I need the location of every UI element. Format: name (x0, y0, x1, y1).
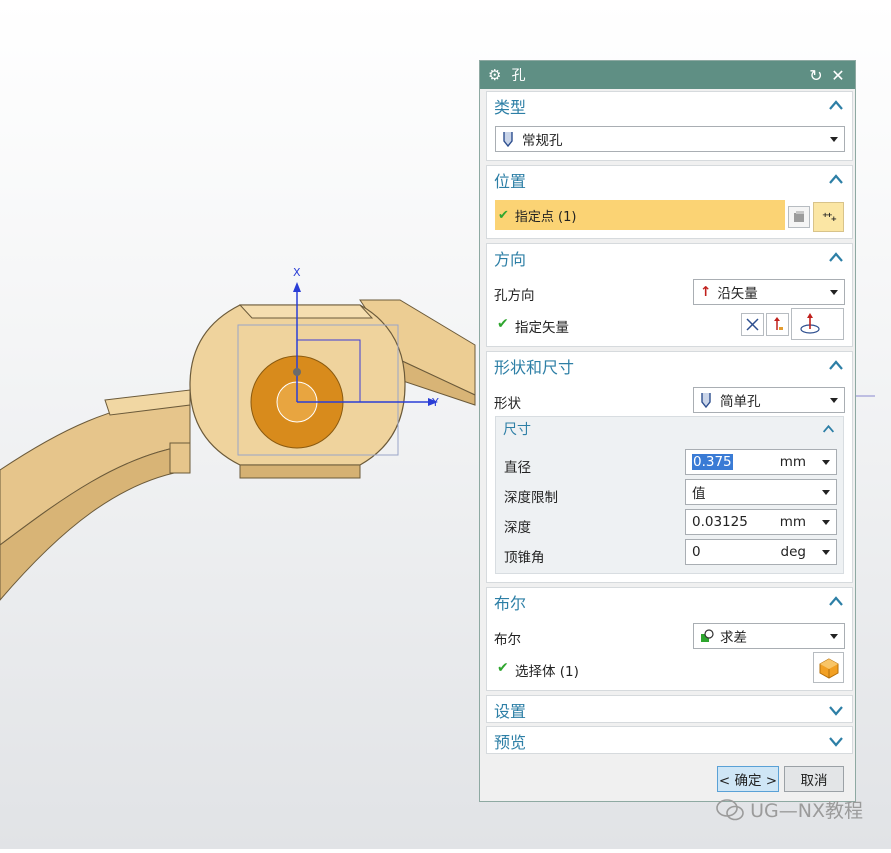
boolean-group: 布尔 布尔 求差 ✔ 选择体 (1) (486, 587, 853, 691)
dialog-title-bar: ⚙ 孔 ↻ ✕ (480, 61, 855, 89)
chevron-down-icon (830, 136, 838, 142)
select-body-button[interactable] (813, 652, 844, 683)
depth-limit-select[interactable]: 值 (685, 479, 837, 505)
shape-group: 形状和尺寸 形状 简单孔 尺寸 直径 0.375 mm 深度限制 值 深度 0.… (486, 351, 853, 583)
settings-group: 设置 (486, 695, 853, 723)
cancel-button[interactable]: 取消 (784, 766, 844, 792)
point-icon (794, 211, 804, 222)
chevron-up-icon (829, 174, 843, 184)
settings-group-header[interactable]: 设置 (487, 696, 852, 724)
chevron-down-icon (822, 519, 830, 525)
chevron-up-icon (822, 424, 835, 433)
chevron-down-icon (822, 489, 830, 495)
chevron-up-icon (829, 360, 843, 370)
chevron-up-icon (829, 100, 843, 110)
diameter-unit: mm (779, 454, 806, 470)
ok-button[interactable]: < 确定 > (717, 766, 779, 792)
chevron-down-icon (830, 633, 838, 639)
dimensions-header[interactable]: 尺寸 (496, 417, 843, 441)
wechat-icon (716, 798, 744, 820)
depth-limit-label: 深度限制 (504, 490, 558, 506)
select-body-label: 选择体 (1) (515, 664, 579, 680)
tip-angle-field[interactable]: 0 deg (685, 539, 837, 565)
tip-angle-label: 顶锥角 (504, 550, 545, 566)
close-icon[interactable]: ✕ (829, 66, 847, 85)
type-group-header[interactable]: 类型 (487, 92, 852, 120)
y-axis-label: Y (432, 396, 439, 409)
shape-group-header[interactable]: 形状和尺寸 (487, 352, 852, 380)
gear-icon[interactable]: ⚙ (488, 66, 501, 84)
boolean-label: 布尔 (494, 632, 521, 648)
specify-vector-label: 指定矢量 (515, 320, 569, 336)
check-icon: ✔ (498, 207, 509, 223)
reverse-direction-icon (746, 318, 759, 331)
position-group-header[interactable]: 位置 (487, 166, 852, 194)
chevron-down-icon (822, 459, 830, 465)
shape-label: 形状 (494, 396, 521, 412)
hole-type-select[interactable]: 常规孔 (495, 126, 845, 152)
boolean-select[interactable]: 求差 (693, 623, 845, 649)
chevron-up-icon (829, 596, 843, 606)
point-constructor-button[interactable]: ⁺⁺₊ (813, 202, 844, 232)
check-icon: ✔ (497, 660, 509, 676)
specify-point-row[interactable]: ✔ 指定点 (1) (495, 200, 785, 230)
solid-body-icon (819, 657, 838, 679)
subtract-icon (701, 629, 714, 642)
point-dialog-button[interactable] (788, 206, 810, 228)
hole-direction-select[interactable]: ↑ 沿矢量 (693, 279, 845, 305)
diameter-value: 0.375 (692, 454, 733, 470)
watermark: UG—NX教程 (716, 796, 863, 823)
vector-dialog-button[interactable] (766, 313, 789, 336)
tip-angle-unit: deg (780, 544, 806, 560)
depth-unit: mm (779, 514, 806, 530)
depth-field[interactable]: 0.03125 mm (685, 509, 837, 535)
diameter-field[interactable]: 0.375 mm (685, 449, 837, 475)
chevron-up-icon (829, 252, 843, 262)
inferred-vector-select[interactable] (791, 308, 844, 340)
hole-direction-label: 孔方向 (494, 288, 535, 304)
preview-group: 预览 (486, 726, 853, 754)
vector-icon (774, 317, 783, 330)
chevron-down-icon (830, 397, 838, 403)
direction-group-header[interactable]: 方向 (487, 244, 852, 272)
simple-hole-icon (701, 393, 711, 408)
point-plus-icon: ⁺⁺₊ (821, 210, 837, 224)
chevron-down-icon (822, 549, 830, 555)
reset-icon[interactable]: ↻ (807, 66, 825, 85)
arrow-up-icon: ↑ (700, 284, 712, 300)
hole-type-icon (503, 132, 513, 147)
shape-select[interactable]: 简单孔 (693, 387, 845, 413)
inferred-vector-icon (800, 313, 820, 334)
diameter-label: 直径 (504, 460, 531, 476)
depth-label: 深度 (504, 520, 531, 536)
chevron-down-icon (829, 706, 843, 716)
chevron-down-icon (829, 737, 843, 747)
type-group: 类型 常规孔 (486, 91, 853, 161)
preview-group-header[interactable]: 预览 (487, 727, 852, 755)
hole-dialog: ⚙ 孔 ↻ ✕ 类型 常规孔 位置 ✔ 指定点 (1) ⁺⁺₊ 方向 孔方向 ↑… (479, 60, 856, 802)
check-icon: ✔ (497, 316, 509, 332)
reverse-direction-button[interactable] (741, 313, 764, 336)
specify-point-label: 指定点 (1) (514, 209, 577, 225)
watermark-text: UG—NX教程 (750, 800, 863, 822)
boolean-group-header[interactable]: 布尔 (487, 588, 852, 616)
x-axis-label: X (293, 266, 301, 279)
position-group: 位置 ✔ 指定点 (1) ⁺⁺₊ (486, 165, 853, 239)
dimensions-subgroup: 尺寸 直径 0.375 mm 深度限制 值 深度 0.03125 mm 顶锥角 … (495, 416, 844, 574)
dialog-title: 孔 (511, 68, 526, 84)
direction-group: 方向 孔方向 ↑ 沿矢量 ✔ 指定矢量 (486, 243, 853, 347)
chevron-down-icon (830, 289, 838, 295)
